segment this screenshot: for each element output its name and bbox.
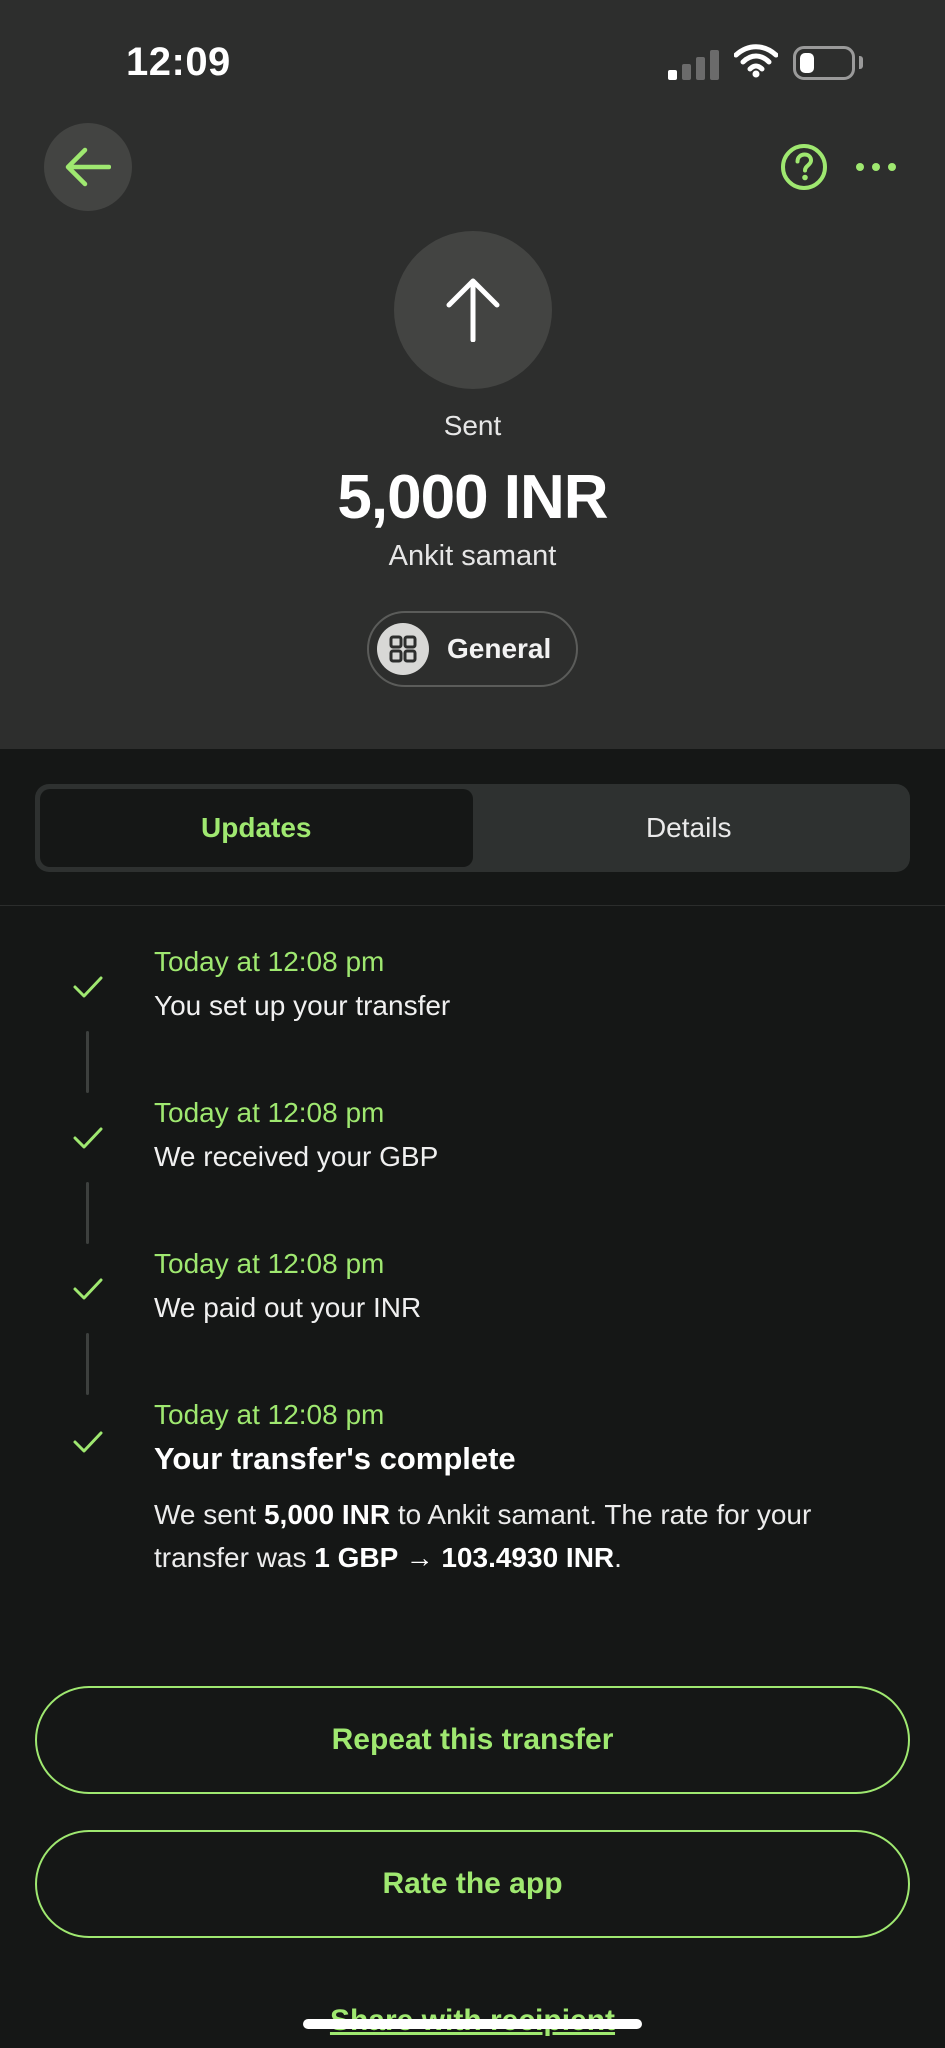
more-dot [888,163,896,171]
transfer-amount: 5,000 INR [337,463,608,532]
event-time: Today at 12:08 pm [154,1248,385,1279]
check-icon [73,1127,103,1149]
back-button[interactable] [44,123,132,211]
transfer-direction-badge [394,231,552,389]
battery-level [800,53,814,73]
more-dot [856,163,864,171]
event-time: Today at 12:08 pm [154,946,385,977]
timeline-connector [86,1031,89,1093]
arrow-left-icon [65,147,111,187]
event-time: Today at 12:08 pm [154,1097,385,1128]
event-time: Today at 12:08 pm [154,1399,385,1430]
more-dot [872,163,880,171]
summary-amount: 5,000 INR [263,1499,391,1530]
rate-app-button[interactable]: Rate the app [35,1830,910,1938]
event-title: We paid out your INR [154,1292,422,1323]
event-title: You set up your transfer [154,990,451,1021]
check-icon [73,1278,103,1300]
home-indicator [303,2019,642,2029]
repeat-transfer-button[interactable]: Repeat this transfer [35,1686,910,1794]
status-bar: 12:09 [0,0,945,120]
transfer-status-label: Sent [443,410,502,441]
divider [0,905,945,906]
check-icon [73,1431,103,1453]
arrow-up-icon [446,278,500,342]
battery-icon [793,46,855,80]
category-chip[interactable]: General [367,611,578,687]
battery-cap [859,56,863,69]
timeline-connector [86,1333,89,1395]
event-title: We received your GBP [154,1141,439,1172]
question-circle-icon[interactable] [780,143,828,191]
grid-icon [377,623,429,675]
transfer-summary: We sent 5,000 INR to Ankit samant. The r… [154,1493,874,1579]
tab-bar: Updates Details [35,784,910,872]
tab-updates[interactable]: Updates [40,789,473,867]
recipient-name: Ankit samant [388,540,557,572]
event-title: Your transfer's complete [154,1441,516,1476]
more-options-button[interactable] [856,150,896,184]
tab-details[interactable]: Details [473,789,906,867]
check-icon [73,976,103,998]
cellular-signal-icon [668,48,720,80]
timeline-connector [86,1182,89,1244]
summary-text: . [614,1542,622,1573]
summary-text: We sent [154,1499,264,1530]
status-time: 12:09 [126,40,231,84]
transfer-header: 12:09 Sent 5,000 INR Ankit samant Genera… [0,0,945,749]
wifi-icon [734,44,778,78]
category-label: General [447,633,552,664]
summary-rate: 1 GBP → 103.4930 INR [314,1542,615,1573]
